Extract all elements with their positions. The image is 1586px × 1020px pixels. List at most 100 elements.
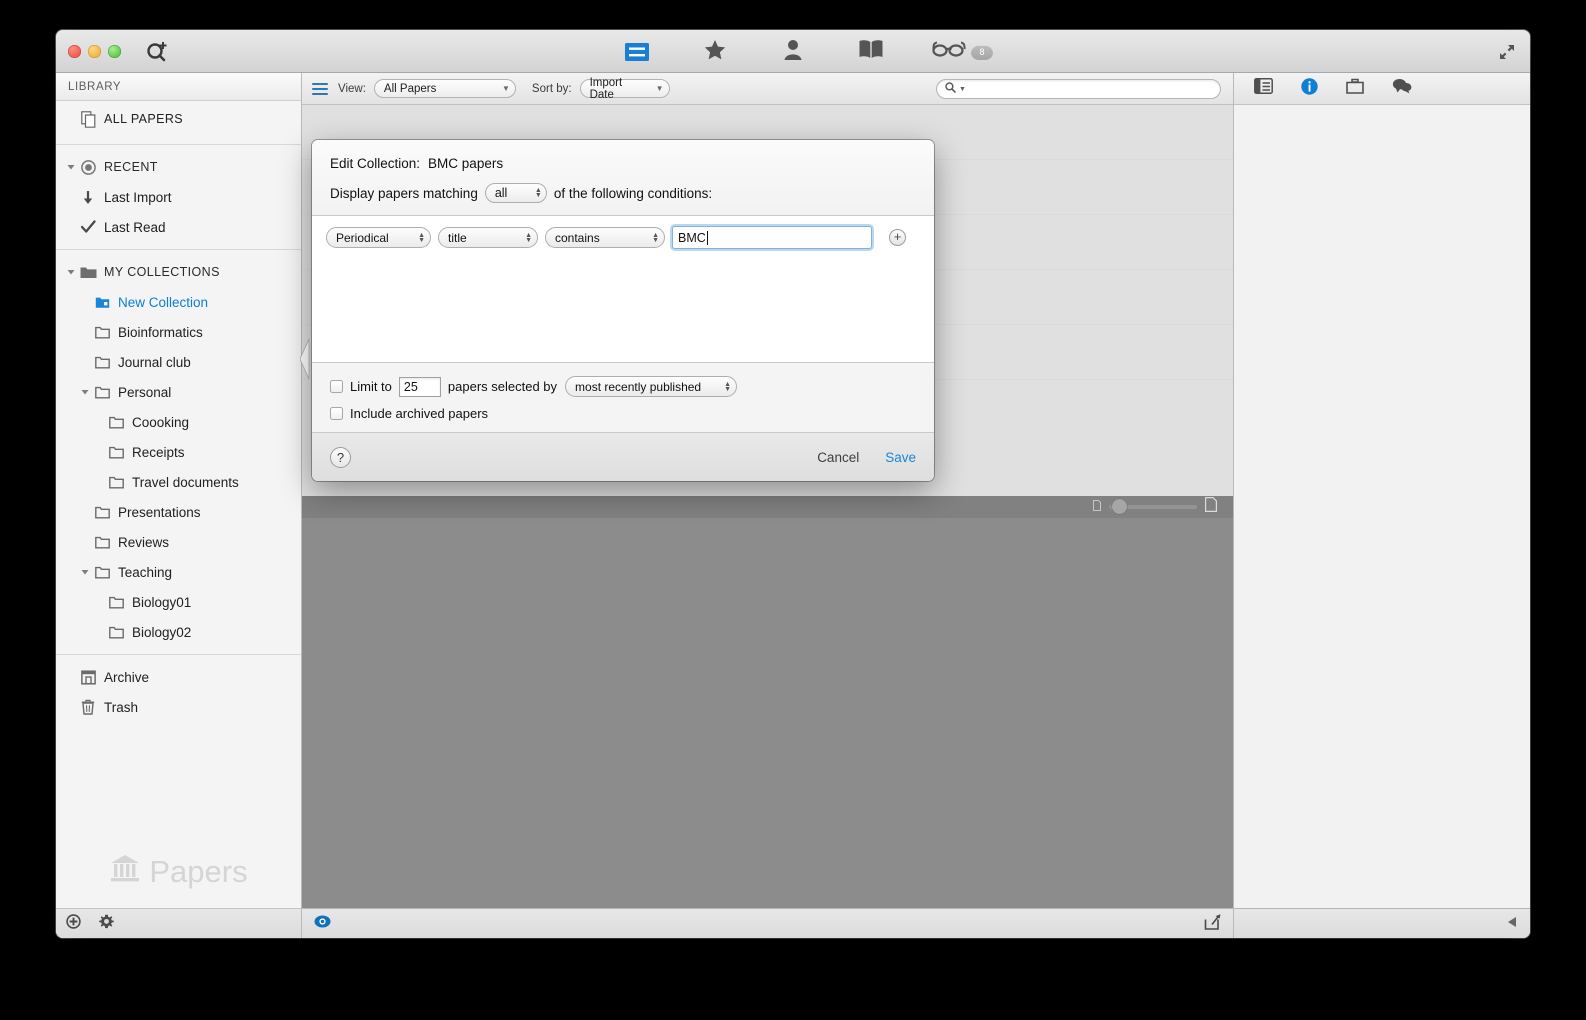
sidebar-header: LIBRARY [56,73,301,101]
matching-row: Display papers matching all ▲ ▼ of the fo… [330,183,916,203]
reading-list-button[interactable]: 8 [931,38,993,66]
large-document-icon [1205,496,1217,517]
library-view-button[interactable] [619,38,655,66]
sidebar: LIBRARY ALL PAPERS RECENT Last Import La… [56,73,310,938]
sidebar-item-label: Travel documents [132,474,239,490]
chevron-down-icon[interactable] [64,160,78,174]
reading-list-badge: 8 [971,44,993,60]
glasses-icon [932,41,966,62]
dialog-options: Limit to 25 papers selected by most rece… [312,363,934,433]
sidebar-divider-3 [56,654,301,655]
thumbnail-size-bar [302,495,1233,518]
sidebar-item-receipts[interactable]: Receipts [56,437,301,467]
dialog-actions: Cancel Save [817,450,916,465]
sidebar-item-all-papers[interactable]: ALL PAPERS [56,101,301,137]
sort-dropdown[interactable]: Import Date ▼ [579,77,670,101]
sidebar-scroll-area: ALL PAPERS RECENT Last Import Last Read … [56,101,301,908]
rule-value-input[interactable]: BMC [672,226,872,249]
chevron-down-icon[interactable]: ▼ [959,86,966,93]
papers-stack-icon [78,110,98,128]
speech-bubbles-icon[interactable] [1392,78,1412,99]
folder-icon [106,473,126,491]
sidebar-item-label: Reviews [118,534,170,550]
rule-operator-dropdown[interactable]: contains ▲ ▼ [545,227,665,248]
selected-by-value: most recently published [575,379,702,394]
rule-field-dropdown[interactable]: Periodical ▲ ▼ [326,227,431,248]
sidebar-group-my-collections[interactable]: MY COLLECTIONS [56,257,301,287]
dialog-header: Edit Collection: BMC papers Display pape… [312,140,934,215]
sidebar-footer [56,908,301,938]
sidebar-item-label: Journal club [118,354,191,370]
favorites-button[interactable] [697,38,733,66]
sidebar-item-personal[interactable]: Personal [56,377,301,407]
rule-attribute-dropdown[interactable]: title ▲ ▼ [438,227,538,248]
sidebar-divider-1 [56,144,301,145]
match-type-dropdown[interactable]: all ▲ ▼ [484,183,547,203]
add-rule-button[interactable]: + [889,229,906,246]
sidebar-group-label: MY COLLECTIONS [104,265,220,279]
limit-checkbox[interactable] [330,380,343,393]
hamburger-list-icon[interactable] [312,82,328,95]
toolbar-center-group: 8 [56,30,1530,73]
view-dropdown[interactable]: All Papers ▼ [373,79,516,98]
folder-icon [106,413,126,431]
chevron-down-icon[interactable] [78,565,92,579]
help-button[interactable]: ? [330,446,351,468]
sidebar-item-travel-documents[interactable]: Travel documents [56,467,301,497]
supplement-box-icon[interactable] [1346,78,1364,99]
collections-list: New Collection Bioinformatics Journal club… [56,287,301,647]
chevron-down-icon: ▼ [502,84,510,93]
sidebar-item-label: ALL PAPERS [104,112,184,126]
down-arrow-icon [78,188,98,206]
sidebar-item-biology02[interactable]: Biology02 [56,617,301,647]
sidebar-item-archive[interactable]: Archive [56,662,301,692]
selected-by-dropdown[interactable]: most recently published ▲ ▼ [565,376,738,397]
sidebar-item-new-collection[interactable]: New Collection [56,287,301,317]
sidebar-item-reviews[interactable]: Reviews [56,527,301,557]
add-circle-icon[interactable] [66,913,81,934]
sidebar-item-biology01[interactable]: Biology01 [56,587,301,617]
gear-icon[interactable] [99,914,114,934]
sidebar-item-trash[interactable]: Trash [56,692,301,722]
share-icon[interactable] [1204,913,1221,935]
sidebar-group-recent[interactable]: RECENT [56,152,301,182]
limit-count-input[interactable]: 25 [398,376,441,397]
filter-bar: View: All Papers ▼ Sort by: Import Date … [302,73,1233,105]
folder-icon [92,353,112,371]
search-icon [945,80,956,98]
sidebar-item-label: Biology02 [132,624,192,640]
collapse-left-triangle-icon[interactable] [1507,915,1518,933]
sidebar-item-coooking[interactable]: Coooking [56,407,301,437]
sidebar-item-label: Biology01 [132,594,192,610]
journals-button[interactable] [853,38,889,66]
folder-icon [92,533,112,551]
thumbnail-size-slider[interactable] [1109,498,1197,514]
cancel-button[interactable]: Cancel [817,450,859,465]
eye-icon[interactable] [314,915,331,933]
sidebar-collapse-handle[interactable] [299,335,310,383]
slider-knob[interactable] [1112,498,1127,514]
sidebar-item-last-read[interactable]: Last Read [56,212,301,242]
panel-layout-icon[interactable] [1254,78,1273,99]
sidebar-item-journal-club[interactable]: Journal club [56,347,301,377]
sidebar-item-last-import[interactable]: Last Import [56,182,301,212]
chevron-down-icon[interactable] [78,385,92,399]
save-button[interactable]: Save [885,450,916,465]
authors-button[interactable] [775,38,811,66]
sidebar-item-presentations[interactable]: Presentations [56,497,301,527]
star-icon [704,39,726,65]
match-type-value: all [494,186,508,200]
sidebar-item-teaching[interactable]: Teaching [56,557,301,587]
search-input[interactable]: ▼ [936,79,1221,99]
archive-box-icon [78,668,98,686]
sidebar-group-label: RECENT [104,160,158,174]
sort-label: Sort by: [531,82,572,95]
sidebar-item-bioinformatics[interactable]: Bioinformatics [56,317,301,347]
fullscreen-icon[interactable] [1498,43,1516,61]
main-footer [302,908,1233,938]
stepper-arrows-icon: ▲ ▼ [652,231,659,244]
titlebar: 8 [56,30,1530,73]
chevron-down-icon[interactable] [64,265,78,279]
info-circle-icon[interactable] [1301,77,1318,100]
include-archived-checkbox[interactable] [330,407,343,420]
